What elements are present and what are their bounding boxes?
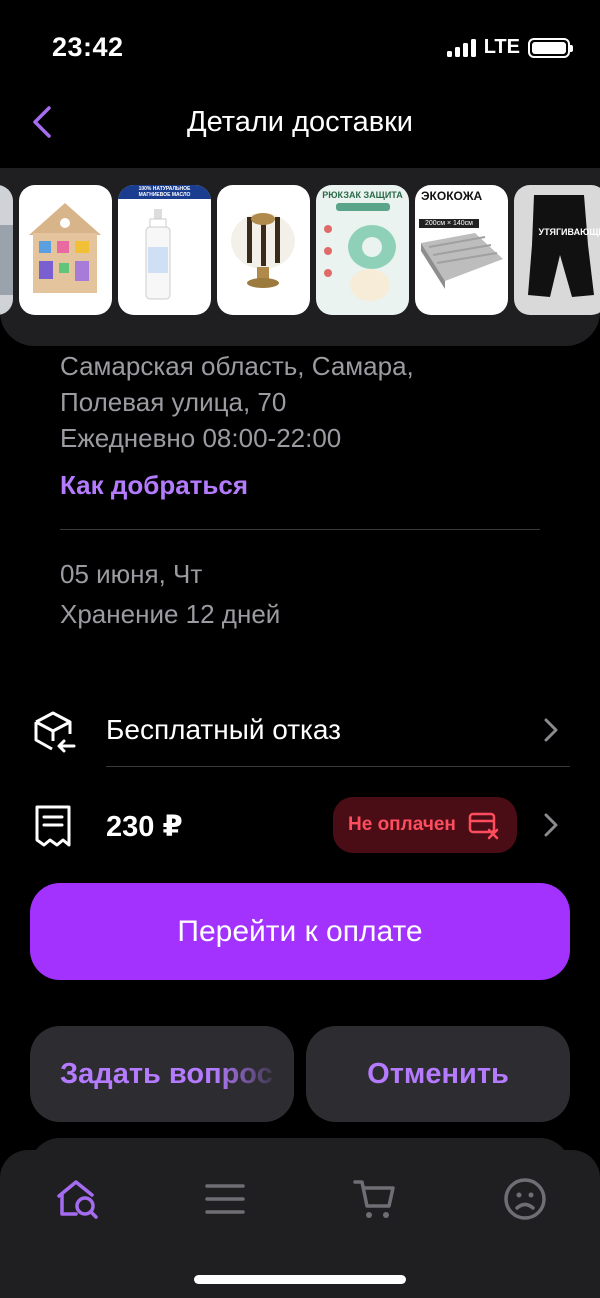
box-return-icon [34,711,76,753]
page-title: Детали доставки [187,106,413,138]
knob-image [231,213,295,288]
battery-icon [528,37,573,58]
status-bar: 23:42 LTE [0,0,600,90]
payment-amount: 230 ₽ [106,811,183,843]
home-search-icon[interactable] [54,1176,100,1222]
product-thumb[interactable] [0,185,13,315]
product-caption: УТЯГИВАЮЩИ [538,227,600,237]
product-size: 200см × 140см [419,219,479,228]
backpack-image [324,203,396,301]
payment-status-text: Не оплачен [348,814,456,835]
product-caption: ЭКОКОЖА [421,189,483,203]
shorts-image [528,195,594,297]
card-cross-icon [468,812,499,840]
address-line: Самарская область, Самара, [60,351,414,381]
product-thumb[interactable]: РЮКЗАК ЗАЩИТА [316,185,409,315]
delivery-date: 05 июня, Чт [60,559,203,589]
menu-icon[interactable] [202,1176,248,1222]
storage-period: Хранение 12 дней [60,599,281,629]
payment-status-badge: Не оплачен [333,797,517,853]
cart-icon[interactable] [352,1176,398,1222]
status-indicators: LTE [446,36,573,59]
cancel-order-button[interactable]: Отменить [306,1026,570,1122]
divider [60,529,540,530]
pickup-info-card: Самарская область, Самара, Полевая улица… [30,346,570,661]
ecoleather-image [421,233,503,289]
bottle-image [145,209,171,300]
product-thumb[interactable] [217,185,310,315]
home-indicator [194,1275,406,1284]
divider [106,766,570,767]
product-thumb[interactable] [19,185,112,315]
header: Детали доставки [0,96,600,152]
profile-icon[interactable] [502,1176,548,1222]
chevron-right-icon [544,718,558,742]
product-caption: РЮКЗАК ЗАЩИТА [322,190,403,200]
product-thumb[interactable]: ЭКОКОЖА 200см × 140см [415,185,508,315]
address-line: Полевая улица, 70 [60,387,287,417]
receipt-icon [35,805,71,847]
directions-link[interactable]: Как добраться [60,470,248,501]
free-refusal-label: Бесплатный отказ [106,714,341,745]
chevron-right-icon [544,813,558,837]
product-thumb[interactable]: УТЯГИВАЮЩИ [514,185,600,315]
working-hours: Ежедневно 08:00-22:00 [60,423,342,453]
network-label: LTE [483,36,520,58]
product-strip[interactable]: 100% НАТУРАЛЬНОЕ МАГНИЕВОЕ МАСЛО РЮКЗАК … [0,168,600,346]
product-thumb[interactable]: 100% НАТУРАЛЬНОЕ МАГНИЕВОЕ МАСЛО [118,185,211,315]
busyboard-image [29,203,101,293]
product-caption: 100% НАТУРАЛЬНОЕ МАГНИЕВОЕ МАСЛО [138,186,191,198]
go-to-payment-button[interactable]: Перейти к оплате [30,883,570,980]
signal-icon [446,38,476,57]
ask-question-button[interactable]: Задать вопрос [30,1026,294,1122]
free-refusal-row[interactable]: Бесплатный отказ [0,690,600,770]
status-time: 23:42 [52,32,124,62]
